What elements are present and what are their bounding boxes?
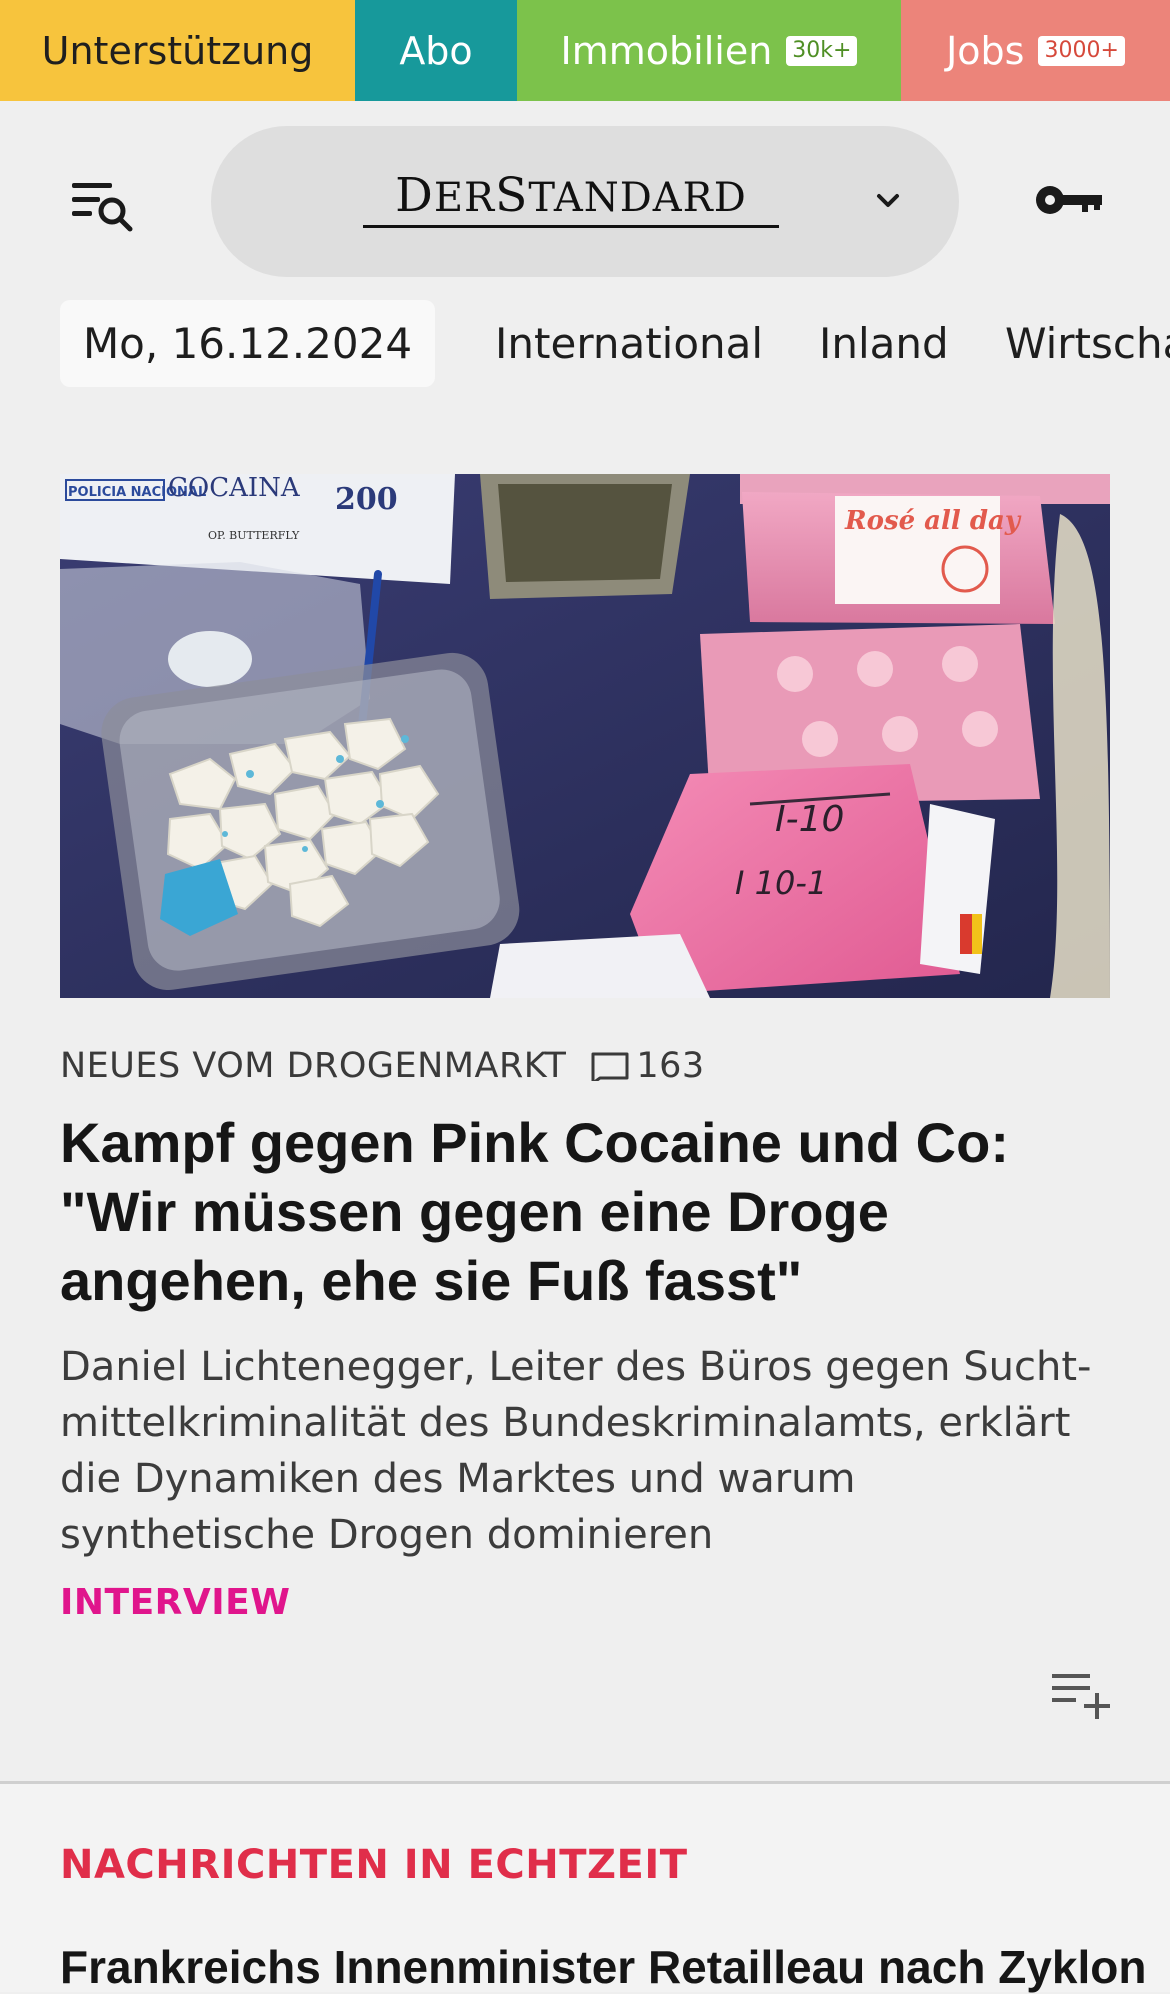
logo-edition-selector[interactable]: DERSTANDARD [211,126,959,277]
live-section-title: NACHRICHTEN IN ECHTZEIT [60,1842,688,1888]
tab-abo-label: Abo [399,28,473,73]
article-lead: Daniel Lichtenegger, Leiter des Büros ge… [60,1344,1092,1558]
tab-immobilien-label: Immobilien [560,28,773,73]
operation-text: OP. BUTTERFLY [208,529,300,542]
tab-jobs-label: Jobs [946,28,1025,73]
comment-icon [591,1052,629,1081]
tab-abo[interactable]: Abo [355,0,517,101]
login-button[interactable] [1034,180,1106,220]
immobilien-count-badge: 30k+ [786,35,858,66]
tab-support-label: Unterstützung [41,28,314,73]
live-news-section: NACHRICHTEN IN ECHTZEIT Frankreichs Inne… [0,1781,1170,1994]
pink-label-text: Rosé all day [844,506,1022,536]
tab-immobilien[interactable]: Immobilien 30k+ [517,0,901,101]
comment-count-link[interactable]: 163 [590,1046,704,1086]
playlist-add-icon [1052,1674,1110,1719]
chevron-down-icon [877,194,899,207]
section-nav: Mo, 16.12.2024 International Inland Wirt… [0,291,1170,430]
add-to-playlist-button[interactable] [1050,1670,1112,1720]
nav-item-international[interactable]: International [495,300,763,387]
article-headline[interactable]: Kampf gegen Pink Cocaine und Co: "Wir mü… [60,1108,1110,1315]
key-icon [1036,186,1102,214]
comment-count: 163 [636,1046,705,1086]
tab-support[interactable]: Unterstützung [0,0,355,101]
drug-seizure-photo: POLICIA NACIONAL COCAINA 200 OP. BUTTERF… [60,474,1110,998]
search-menu-button[interactable] [70,175,136,235]
package-mark-1: I-10 [775,799,844,840]
site-logo: DERSTANDARD [363,168,779,228]
top-tab-bar: Unterstützung Abo Immobilien 30k+ Jobs 3… [0,0,1170,101]
article-image[interactable]: POLICIA NACIONAL COCAINA 200 OP. BUTTERF… [60,474,1110,998]
article-type-label: INTERVIEW [60,1582,291,1623]
package-mark-2: I 10-1 [735,864,827,902]
date-chip: Mo, 16.12.2024 [60,300,435,387]
jobs-count-badge: 3000+ [1038,35,1125,66]
nav-item-inland[interactable]: Inland [819,300,949,387]
article-kicker-row: NEUES VOM DROGENMARKT 163 [60,1040,705,1092]
number-200-text: 200 [335,482,398,517]
tab-jobs[interactable]: Jobs 3000+ [901,0,1170,101]
nav-item-wirtschaft[interactable]: Wirtscha [1005,300,1170,387]
site-header: DERSTANDARD [0,101,1170,291]
live-news-item[interactable]: Frankreichs Innenminister Retailleau nac… [60,1940,1150,1994]
search-menu-icon [72,183,133,232]
cocaina-text: COCAINA [168,474,301,503]
article-kicker: NEUES VOM DROGENMARKT [60,1046,567,1086]
